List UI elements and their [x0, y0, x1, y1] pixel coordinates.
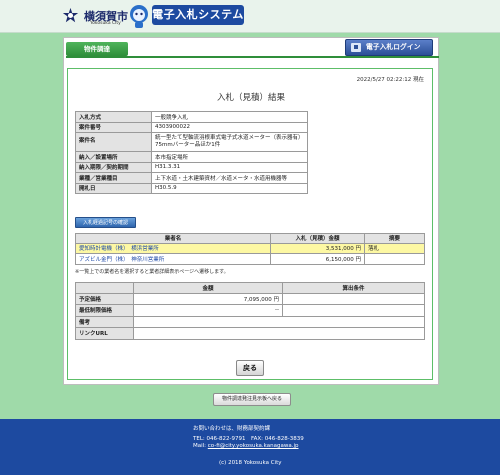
info-value: 上下水道・土木建築資材／水道メータ・水道用機器等: [151, 172, 308, 184]
mail-link[interactable]: co-fi@city.yokosuka.kanagawa.jp: [208, 443, 299, 449]
info-label: 納入／設置場所: [75, 151, 152, 163]
return-to-list-button[interactable]: 物件調達発注見示板へ戻る: [213, 393, 291, 406]
info-value: 本市指定場所: [151, 151, 308, 163]
contact-text: お問い合わせは、財務部契約課: [193, 426, 271, 432]
info-label: 納入期限／契約期間: [75, 161, 152, 173]
price-table: 金額 算出条件 予定価格 7,095,000 円 最低制限価格 -- 備考 リン…: [75, 282, 425, 340]
price-label: 備考: [75, 315, 134, 328]
info-row: 入札方式 一般競争入札: [75, 111, 308, 123]
info-label: 開札日: [75, 182, 152, 194]
info-row: 案件番号 4303900022: [75, 121, 308, 133]
info-label: 入札方式: [75, 111, 152, 123]
info-label: 業種／営業種目: [75, 172, 152, 184]
table-row: 最低制限価格 --: [75, 304, 425, 317]
info-label: 案件番号: [75, 121, 152, 133]
info-table: 入札方式 一般競争入札 案件番号 4303900022 案件名 統一型たて型軸流…: [75, 111, 308, 194]
login-icon: [351, 43, 361, 52]
info-row: 業種／営業種目 上下水道・土木建築資材／水道メータ・水道用機器等: [75, 172, 308, 184]
tab-procurement[interactable]: 物件調達: [66, 42, 128, 56]
column-header: 業者名: [75, 233, 271, 244]
link-url-value: [133, 327, 425, 340]
bid-results-table: 業者名 入札（見積）金額 摘要 愛知時計電機（株） 横浜営業所 3,531,00…: [75, 233, 425, 265]
bid-amount: 3,531,000 円: [270, 242, 365, 254]
price-amount: 7,095,000 円: [133, 292, 283, 305]
info-value: H30.5.9: [151, 182, 308, 194]
page-title: 入札（見積）結果: [216, 93, 285, 103]
login-button[interactable]: 電子入札ログイン: [345, 39, 433, 56]
contact-mail: Mail: co-fi@city.yokosuka.kanagawa.jp: [193, 443, 299, 449]
table-header-row: 業者名 入札（見積）金額 摘要: [75, 233, 425, 244]
price-condition: [282, 304, 425, 317]
site-header: 横須賀市 Yokosuka City 電子入札システム: [0, 0, 500, 33]
table-row: アズビル金門（株） 神奈川営業所 6,150,000 円: [75, 253, 425, 265]
back-button[interactable]: 戻る: [236, 360, 264, 376]
column-header: 算出条件: [282, 282, 425, 294]
system-title: 電子入札システム: [152, 5, 244, 25]
site-footer: お問い合わせは、財務部契約課 TEL: 046-822-9791 FAX: 04…: [0, 419, 500, 475]
corner-cell: [75, 282, 134, 294]
bid-history-button[interactable]: 入札経過記号の確認: [75, 217, 136, 228]
price-amount: --: [133, 304, 283, 317]
info-value: 4303900022: [151, 121, 308, 133]
info-row: 納入／設置場所 本市指定場所: [75, 151, 308, 163]
table-row: リンクURL: [75, 327, 425, 340]
contact-phone: TEL: 046-822-9791 FAX: 046-828-3839: [193, 436, 304, 442]
login-button-label: 電子入札ログイン: [366, 43, 421, 51]
table-row: 予定価格 7,095,000 円: [75, 292, 425, 305]
column-header: 摘要: [364, 233, 425, 244]
column-header: 金額: [133, 282, 283, 294]
info-value: 一般競争入札: [151, 111, 308, 123]
tab-divider: [66, 56, 439, 58]
bid-note: 落札: [364, 242, 425, 254]
bid-note: [364, 253, 425, 265]
info-row: 案件名 統一型たて型軸流羽根車式電子式水道メーター（表示器有）75mmバーター品…: [75, 132, 308, 152]
info-row: 開札日 H30.5.9: [75, 182, 308, 194]
table-row: 備考: [75, 315, 425, 328]
price-label: リンクURL: [75, 327, 134, 340]
result-content: 2022/5/27 02:22:12 現在 入札（見積）結果 入札方式 一般競争…: [67, 68, 433, 380]
city-name-english: Yokosuka City: [90, 21, 121, 26]
column-header: 入札（見積）金額: [270, 233, 365, 244]
price-label: 最低制限価格: [75, 304, 134, 317]
city-emblem-icon: [62, 7, 79, 23]
bidder-link[interactable]: 愛知時計電機（株） 横浜営業所: [75, 242, 271, 254]
price-condition: [282, 292, 425, 305]
bidder-link[interactable]: アズビル金門（株） 神奈川営業所: [75, 253, 271, 265]
table-row: 愛知時計電機（株） 横浜営業所 3,531,000 円 落札: [75, 242, 425, 254]
price-label: 予定価格: [75, 292, 134, 305]
bid-amount: 6,150,000 円: [270, 253, 365, 265]
info-value: H31.3.31: [151, 161, 308, 173]
copyright: (c) 2018 Yokosuka City: [219, 460, 282, 466]
info-label: 案件名: [75, 132, 152, 152]
results-note: ※一覧上での業者名を選択すると業者詳細表示ページへ遷移します。: [75, 269, 229, 275]
remarks-value: [133, 315, 425, 328]
table-header-row: 金額 算出条件: [75, 282, 425, 294]
top-bar: 物件調達 電子入札ログイン: [63, 38, 439, 62]
mail-label: Mail:: [193, 443, 207, 449]
info-value: 統一型たて型軸流羽根車式電子式水道メーター（表示器有）75mmバーター品ほか1件: [151, 132, 308, 152]
info-row: 納入期限／契約期間 H31.3.31: [75, 161, 308, 173]
mascot-icon: [130, 5, 148, 28]
timestamp: 2022/5/27 02:22:12 現在: [356, 77, 424, 83]
